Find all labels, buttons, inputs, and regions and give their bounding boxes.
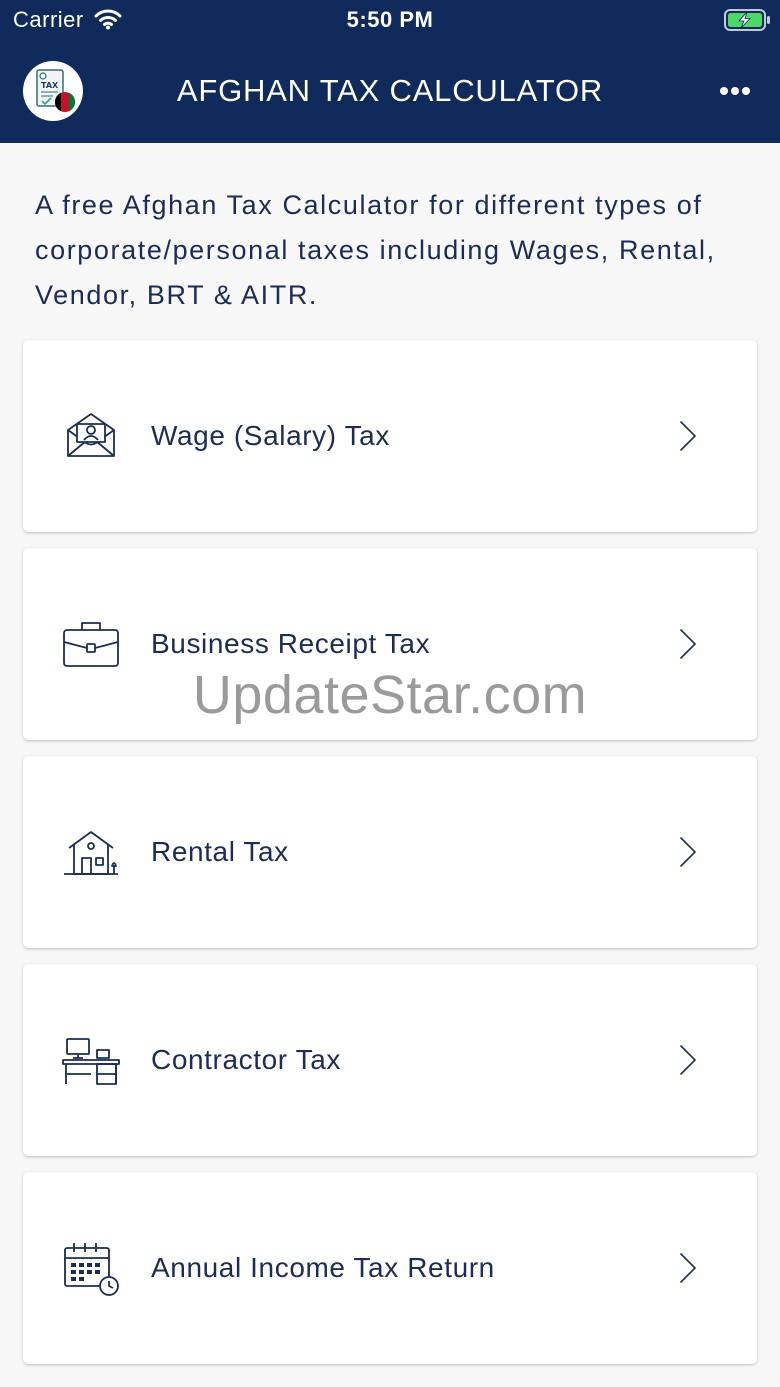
app-header: Carrier 5:50 PM TAX AFGHAN TAX CALCULATO… [0,0,780,143]
menu-item-contractor-tax[interactable]: Contractor Tax [23,964,757,1156]
intro-text: A free Afghan Tax Calculator for differe… [35,190,716,310]
chevron-right-icon [680,629,697,659]
calendar-clock-icon [64,1243,119,1296]
chevron-right-icon [680,1045,697,1075]
house-icon [64,831,118,875]
salary-envelope-icon [67,413,115,457]
menu-item-business-receipt-tax[interactable]: Business Receipt Tax [23,548,757,740]
menu-item-label: Annual Income Tax Return [151,1252,495,1283]
menu-item-label: Contractor Tax [151,1044,341,1075]
menu-item-annual-income-tax-return[interactable]: Annual Income Tax Return [23,1172,757,1364]
chevron-right-icon [680,1253,697,1283]
menu-item-wage-tax[interactable]: Wage (Salary) Tax [23,340,757,532]
battery-charging-icon [724,9,770,31]
chevron-right-icon [680,837,697,867]
menu-item-rental-tax[interactable]: Rental Tax [23,756,757,948]
status-bar: Carrier 5:50 PM [0,0,780,40]
briefcase-icon [63,622,119,667]
office-desk-icon [62,1038,120,1085]
menu-item-label: Rental Tax [151,836,289,867]
menu-item-label: Business Receipt Tax [151,628,431,659]
menu-item-label: Wage (Salary) Tax [151,420,390,451]
more-horizontal-icon [720,87,728,95]
chevron-right-icon [680,421,697,451]
clock: 5:50 PM [346,7,434,32]
more-options-button[interactable] [712,78,758,106]
app-bar: TAX AFGHAN TAX CALCULATOR [0,40,780,143]
app-title: AFGHAN TAX CALCULATOR [176,73,604,108]
